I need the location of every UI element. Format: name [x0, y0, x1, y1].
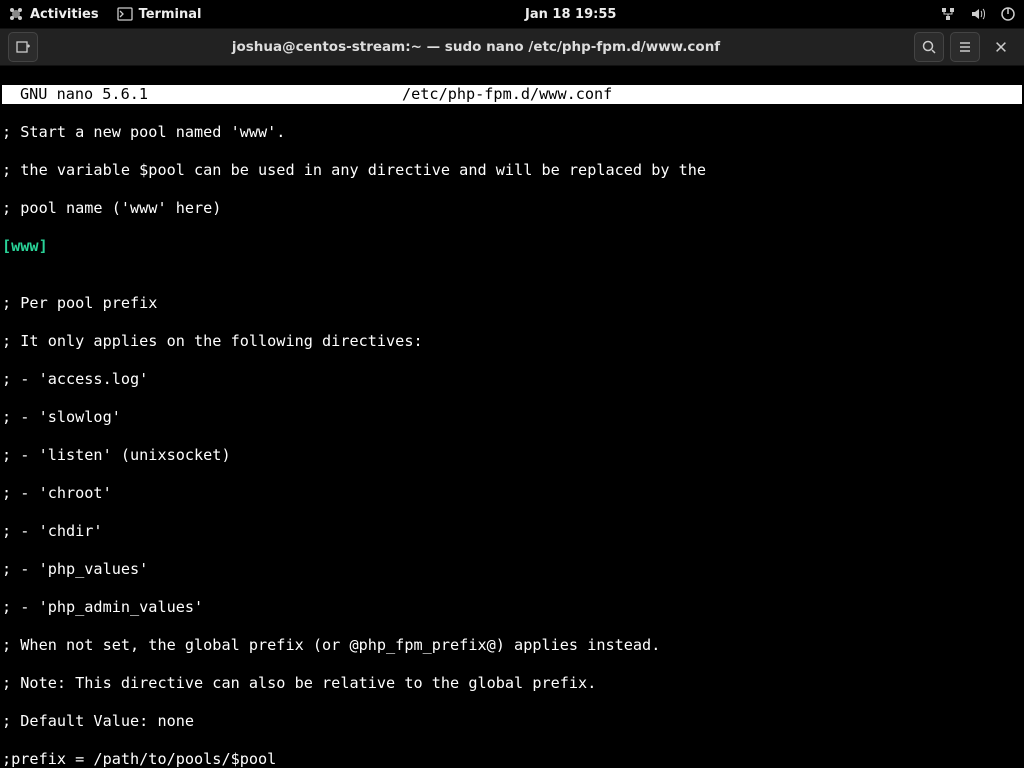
activities-label: Activities: [30, 7, 99, 22]
editor-line: ; Note: This directive can also be relat…: [2, 674, 1022, 693]
app-menu-terminal[interactable]: Terminal: [117, 6, 202, 22]
power-icon[interactable]: [1000, 6, 1016, 22]
editor-line: ; - 'access.log': [2, 370, 1022, 389]
activities-icon: [8, 6, 24, 22]
nano-version: GNU nano 5.6.1: [2, 85, 402, 104]
editor-line: ; Per pool prefix: [2, 294, 1022, 313]
editor-line: ; - 'php_admin_values': [2, 598, 1022, 617]
editor-line: ; the variable $pool can be used in any …: [2, 161, 1022, 180]
editor-line: ; When not set, the global prefix (or @p…: [2, 636, 1022, 655]
editor-line: ; - 'listen' (unixsocket): [2, 446, 1022, 465]
editor-line: ; Start a new pool named 'www'.: [2, 123, 1022, 142]
network-icon[interactable]: [940, 6, 956, 22]
terminal-icon: [117, 6, 133, 22]
editor-line: ; - 'php_values': [2, 560, 1022, 579]
nano-filepath: /etc/php-fpm.d/www.conf: [402, 85, 612, 104]
gnome-topbar: Activities Terminal Jan 18 19:55: [0, 0, 1024, 28]
window-titlebar: joshua@centos-stream:~ — sudo nano /etc/…: [0, 28, 1024, 66]
close-icon: [994, 40, 1008, 54]
terminal-viewport[interactable]: GNU nano 5.6.1/etc/php-fpm.d/www.conf ; …: [0, 66, 1024, 768]
editor-line: ;prefix = /path/to/pools/$pool: [2, 750, 1022, 768]
new-tab-icon: [15, 39, 31, 55]
editor-line: ; - 'chdir': [2, 522, 1022, 541]
editor-line-section: [www]: [2, 237, 1022, 256]
clock[interactable]: Jan 18 19:55: [201, 7, 940, 22]
menu-button[interactable]: [950, 32, 980, 62]
window-title: joshua@centos-stream:~ — sudo nano /etc/…: [38, 39, 914, 55]
editor-line: ; It only applies on the following direc…: [2, 332, 1022, 351]
close-button[interactable]: [986, 32, 1016, 62]
search-icon: [921, 39, 937, 55]
volume-icon[interactable]: [970, 6, 986, 22]
app-menu-label: Terminal: [139, 7, 202, 22]
search-button[interactable]: [914, 32, 944, 62]
hamburger-icon: [957, 39, 973, 55]
editor-line: ; Default Value: none: [2, 712, 1022, 731]
nano-titlebar: GNU nano 5.6.1/etc/php-fpm.d/www.conf: [2, 85, 1022, 104]
editor-line: ; pool name ('www' here): [2, 199, 1022, 218]
new-tab-button[interactable]: [8, 32, 38, 62]
editor-line: ; - 'chroot': [2, 484, 1022, 503]
activities-button[interactable]: Activities: [8, 6, 99, 22]
editor-line: ; - 'slowlog': [2, 408, 1022, 427]
